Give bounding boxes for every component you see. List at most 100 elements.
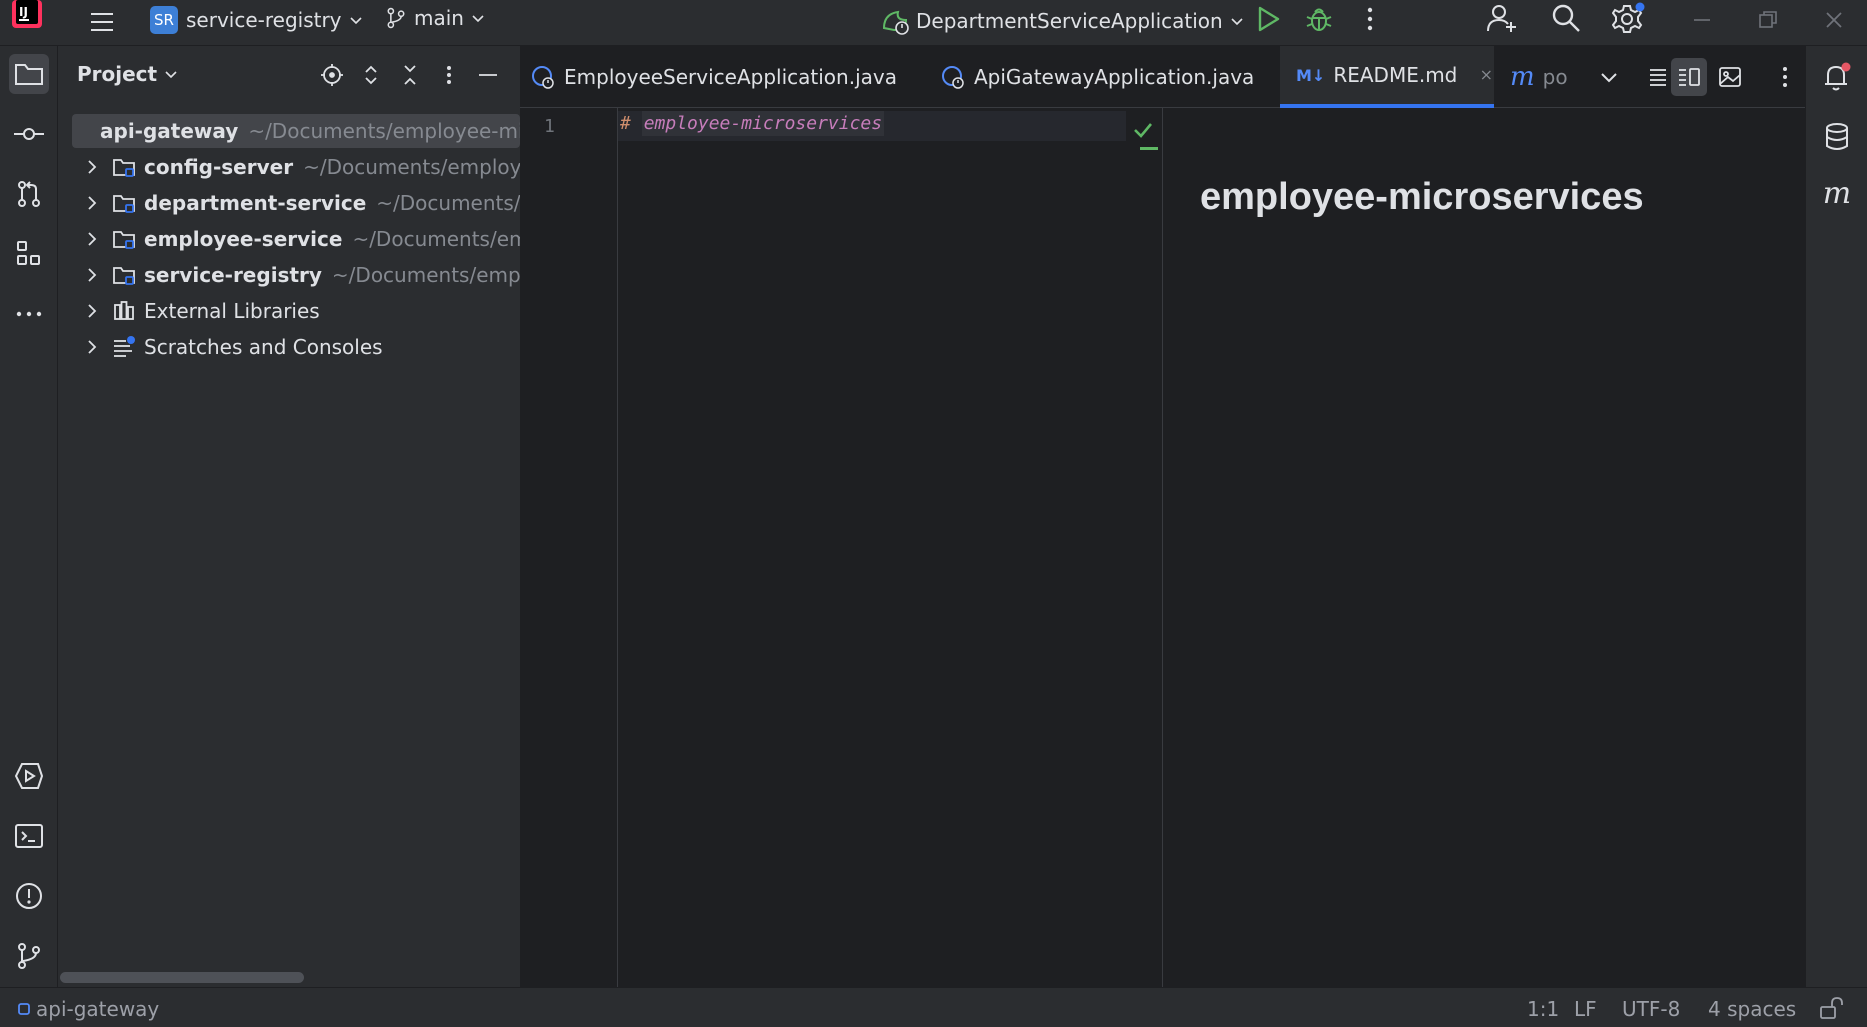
- services-tool-button[interactable]: [9, 756, 49, 796]
- intellij-logo-icon[interactable]: IJ: [10, 0, 46, 30]
- maven-icon: m: [1510, 62, 1535, 92]
- tree-item-department-service[interactable]: department-service ~/Documents/employee-…: [72, 186, 520, 220]
- tab-readme-md[interactable]: M↓ README.md: [1280, 46, 1494, 108]
- chevron-down-icon: [472, 15, 484, 23]
- tree-item-path: ~/Documents/employee-microservices/depar…: [376, 191, 520, 215]
- status-caret-position[interactable]: 1:1: [1527, 997, 1559, 1021]
- code-editor[interactable]: # employee-microservices: [618, 108, 1163, 987]
- chevron-right-icon[interactable]: [82, 337, 102, 357]
- collapse-all-icon[interactable]: [398, 63, 422, 87]
- markdown-preview: employee-microservices: [1163, 108, 1805, 987]
- tab-pom-xml[interactable]: m po: [1510, 46, 1580, 108]
- search-icon[interactable]: [1550, 2, 1582, 34]
- notifications-button[interactable]: [1820, 60, 1854, 94]
- run-config-selector[interactable]: DepartmentServiceApplication: [880, 6, 1245, 36]
- select-opened-file-icon[interactable]: [320, 63, 344, 87]
- unlock-icon: [1820, 997, 1843, 1019]
- library-icon: [114, 301, 134, 320]
- structure-icon: [17, 241, 40, 265]
- tree-item-path: ~/Documents/employee-microservices/api-g…: [248, 119, 520, 143]
- project-name: service-registry: [186, 8, 342, 32]
- hide-panel-icon[interactable]: [476, 63, 500, 87]
- indent-text: 4 spaces: [1708, 997, 1797, 1021]
- module-folder-icon: [113, 231, 135, 249]
- status-encoding[interactable]: UTF-8: [1622, 997, 1680, 1021]
- editor-options-icon[interactable]: [1772, 64, 1798, 90]
- panel-options-icon[interactable]: [437, 63, 461, 87]
- database-button[interactable]: [1820, 120, 1854, 154]
- debug-button[interactable]: [1304, 4, 1334, 34]
- more-tools-button[interactable]: [9, 294, 49, 334]
- notifications-bell-icon: [1825, 62, 1851, 91]
- main-menu-icon[interactable]: [88, 8, 116, 36]
- editor-only-view-icon[interactable]: [1645, 64, 1671, 90]
- tab-label: EmployeeServiceApplication.java: [564, 65, 897, 89]
- problems-warning-icon: [16, 883, 42, 909]
- status-module[interactable]: api-gateway: [18, 997, 159, 1021]
- branch-selector[interactable]: main: [384, 6, 486, 30]
- settings-gear-icon[interactable]: [1612, 2, 1646, 34]
- spring-class-icon: [942, 66, 964, 89]
- tree-item-name: employee-service: [144, 227, 343, 251]
- chevron-right-icon[interactable]: [82, 229, 102, 249]
- pull-requests-tool-button[interactable]: [9, 174, 49, 214]
- preview-heading: employee-microservices: [1200, 176, 1644, 218]
- tree-item-config-server[interactable]: config-server ~/Documents/employee-micro…: [72, 150, 520, 184]
- chevron-right-icon[interactable]: [82, 157, 102, 177]
- chevron-right-icon[interactable]: [82, 193, 102, 213]
- tree-item-service-registry[interactable]: service-registry ~/Documents/employee-mi…: [72, 258, 520, 292]
- caret-position-text: 1:1: [1527, 997, 1560, 1021]
- chevron-right-icon[interactable]: [82, 301, 102, 321]
- close-window-icon[interactable]: [1822, 8, 1846, 32]
- markdown-heading-text: employee-microservices: [641, 111, 885, 136]
- markdown-icon: M↓: [1296, 65, 1326, 85]
- tree-item-scratches-and-consoles[interactable]: Scratches and Consoles: [72, 330, 383, 364]
- scratches-icon: [114, 336, 135, 357]
- status-read-only-toggle[interactable]: [1818, 995, 1844, 1021]
- project-view-selector[interactable]: Project: [77, 62, 179, 86]
- restore-window-icon[interactable]: [1756, 8, 1780, 32]
- tree-item-api-gateway[interactable]: api-gateway ~/Documents/employee-microse…: [72, 114, 520, 148]
- tree-item-external-libraries[interactable]: External Libraries: [72, 294, 320, 328]
- add-user-icon[interactable]: [1486, 2, 1518, 34]
- structure-tool-button[interactable]: [9, 234, 49, 274]
- title-bar: IJ SR service-registry main DepartmentSe…: [0, 0, 1867, 46]
- project-selector[interactable]: SR service-registry: [150, 6, 364, 34]
- left-tool-strip: [0, 46, 58, 987]
- project-panel-title: Project: [77, 62, 158, 86]
- code-line-1[interactable]: # employee-microservices: [620, 111, 885, 136]
- expand-all-icon[interactable]: [359, 63, 383, 87]
- project-tool-button[interactable]: [9, 54, 49, 94]
- tab-api-gateway-application[interactable]: ApiGatewayApplication.java: [940, 46, 1300, 108]
- commit-tool-button[interactable]: [9, 114, 49, 154]
- split-view-icon: [1679, 68, 1700, 86]
- tree-item-path: ~/Documents/employee-microservices/servi…: [331, 263, 520, 287]
- tree-item-employee-service[interactable]: employee-service ~/Documents/employee-mi…: [72, 222, 520, 256]
- status-line-separator[interactable]: LF: [1574, 997, 1597, 1021]
- tree-item-name: api-gateway: [100, 119, 239, 143]
- status-bar: api-gateway 1:1 LF UTF-8 4 spaces: [0, 987, 1867, 1027]
- horizontal-scrollbar[interactable]: [60, 972, 304, 983]
- inspection-marker: [1140, 147, 1158, 150]
- status-indent[interactable]: 4 spaces: [1708, 997, 1796, 1021]
- git-branch-icon: [18, 943, 40, 969]
- preview-only-view-icon[interactable]: [1717, 64, 1743, 90]
- minimize-window-icon[interactable]: [1690, 8, 1714, 32]
- encoding-text: UTF-8: [1622, 997, 1681, 1021]
- problems-tool-button[interactable]: [9, 876, 49, 916]
- chevron-right-icon[interactable]: [82, 265, 102, 285]
- module-folder-icon: [113, 267, 135, 285]
- terminal-tool-button[interactable]: [9, 816, 49, 856]
- split-view-button[interactable]: [1671, 58, 1707, 96]
- tab-employee-service-application[interactable]: EmployeeServiceApplication.java: [530, 46, 930, 108]
- git-tool-button[interactable]: [9, 936, 49, 976]
- editor-gutter: 1: [520, 108, 618, 987]
- more-actions-icon[interactable]: [1360, 4, 1380, 34]
- branch-name: main: [414, 6, 464, 30]
- tab-label: ApiGatewayApplication.java: [974, 65, 1255, 89]
- no-problems-check-icon[interactable]: [1131, 118, 1155, 142]
- tab-list-chevron-down-icon[interactable]: [1596, 64, 1622, 90]
- run-button[interactable]: [1254, 4, 1282, 34]
- close-tab-icon[interactable]: [1479, 66, 1494, 84]
- maven-button[interactable]: m: [1820, 176, 1854, 211]
